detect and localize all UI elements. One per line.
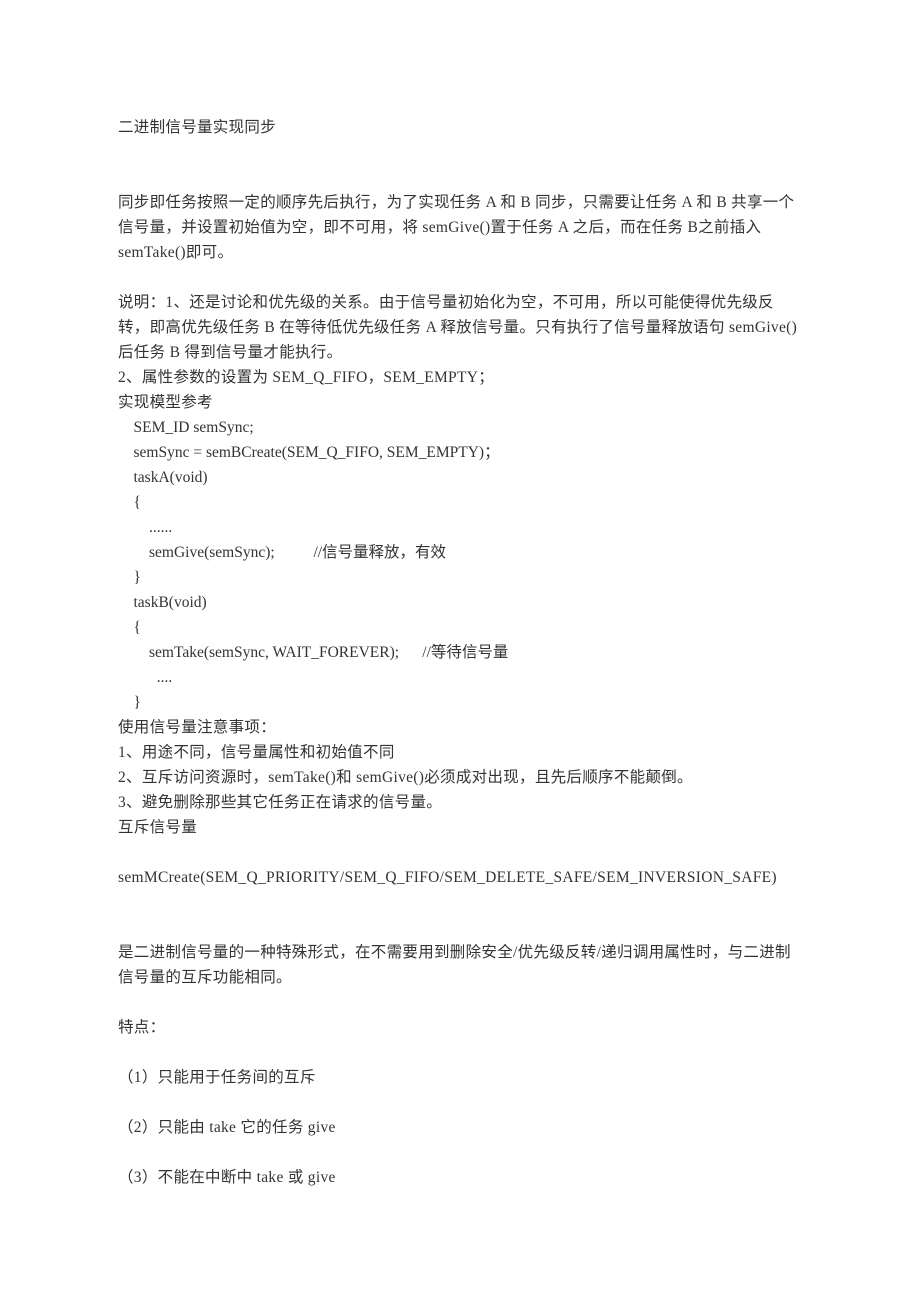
spacer [118, 165, 802, 190]
spacer [118, 1040, 802, 1065]
code-line: { [118, 490, 802, 515]
code-line: semGive(semSync); //信号量释放，有效 [118, 540, 802, 565]
code-line: .... [118, 665, 802, 690]
spacer [118, 1140, 802, 1165]
code-line: } [118, 690, 802, 715]
code-line: semSync = semBCreate(SEM_Q_FIFO, SEM_EMP… [118, 440, 802, 465]
mutex-heading: 互斥信号量 [118, 815, 802, 840]
paragraph-explain-1: 说明：1、还是讨论和优先级的关系。由于信号量初始化为空，不可用，所以可能使得优先… [118, 290, 802, 365]
code-line: { [118, 615, 802, 640]
code-line: } [118, 565, 802, 590]
feature-item: （3）不能在中断中 take 或 give [118, 1165, 802, 1190]
feature-item: （2）只能由 take 它的任务 give [118, 1115, 802, 1140]
code-line: SEM_ID semSync; [118, 415, 802, 440]
spacer [118, 990, 802, 1015]
note-item: 1、用途不同，信号量属性和初始值不同 [118, 740, 802, 765]
notes-heading: 使用信号量注意事项： [118, 715, 802, 740]
note-item: 3、避免删除那些其它任务正在请求的信号量。 [118, 790, 802, 815]
note-item: 2、互斥访问资源时，semTake()和 semGive()必须成对出现，且先后… [118, 765, 802, 790]
mutex-description: 是二进制信号量的一种特殊形式，在不需要用到删除安全/优先级反转/递归调用属性时，… [118, 940, 802, 990]
heading-title: 二进制信号量实现同步 [118, 115, 802, 140]
code-line: ...... [118, 515, 802, 540]
paragraph-explain-2: 2、属性参数的设置为 SEM_Q_FIFO，SEM_EMPTY； [118, 365, 802, 390]
paragraph-intro: 同步即任务按照一定的顺序先后执行，为了实现任务 A 和 B 同步，只需要让任务 … [118, 190, 802, 265]
mutex-create-line: semMCreate(SEM_Q_PRIORITY/SEM_Q_FIFO/SEM… [118, 865, 802, 890]
code-line: semTake(semSync, WAIT_FOREVER); //等待信号量 [118, 640, 802, 665]
feature-item: （1）只能用于任务间的互斥 [118, 1065, 802, 1090]
code-line: taskA(void) [118, 465, 802, 490]
document-page: 二进制信号量实现同步 同步即任务按照一定的顺序先后执行，为了实现任务 A 和 B… [0, 0, 920, 1250]
spacer [118, 265, 802, 290]
spacer [118, 840, 802, 865]
code-line: taskB(void) [118, 590, 802, 615]
spacer [118, 1090, 802, 1115]
features-heading: 特点： [118, 1015, 802, 1040]
spacer [118, 140, 802, 165]
paragraph-model-ref: 实现模型参考 [118, 390, 802, 415]
spacer [118, 915, 802, 940]
spacer [118, 890, 802, 915]
